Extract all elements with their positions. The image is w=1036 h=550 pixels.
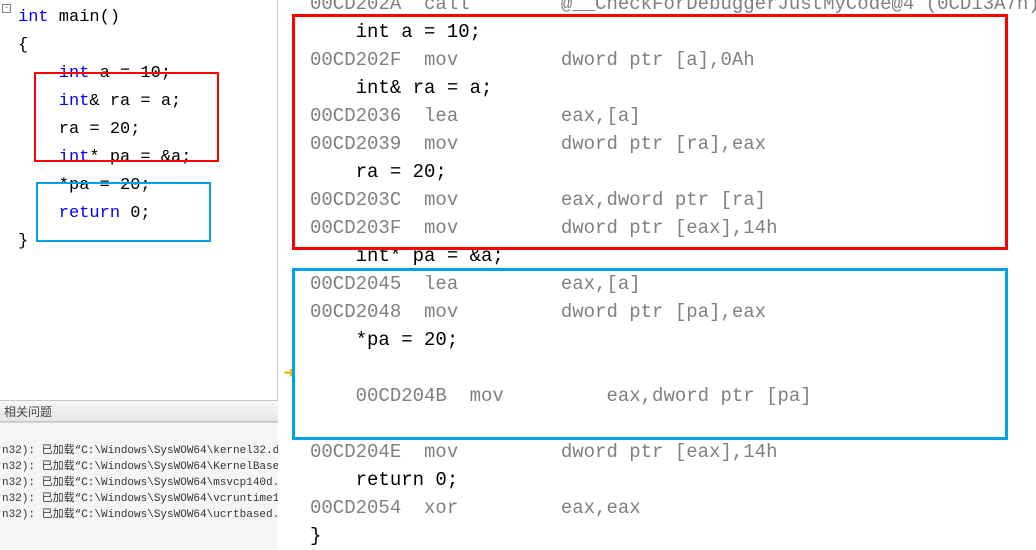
disassembly-pane[interactable]: 00CD202A call @__CheckForDebuggerJustMyC… [278, 0, 1036, 549]
code-text: & ra = a; [89, 92, 181, 111]
output-log-panel[interactable]: n32): 已加载“C:\Windows\SysWOW64\kernel32.d… [0, 422, 278, 549]
code-line: int a = 10; [0, 60, 277, 88]
code-line: return 0; [0, 200, 277, 228]
source-code-pane[interactable]: - int main() { int a = 10; int& ra = a; … [0, 0, 278, 549]
code-line: int* pa = &a; [0, 144, 277, 172]
code-text: 0; [120, 204, 151, 223]
related-issues-panel-header[interactable]: 相关问题 [0, 400, 278, 422]
asm-line: 00CD2054 xor eax,eax [278, 494, 1036, 522]
keyword: int [18, 148, 89, 167]
asm-line: 00CD204E mov dword ptr [eax],14h [278, 438, 1036, 466]
keyword: int [18, 64, 89, 83]
log-line: n32): 已加载“C:\Windows\SysWOW64\ucrtbased.… [0, 507, 278, 523]
fold-minus-icon[interactable]: - [2, 4, 11, 13]
code-line: } [0, 228, 277, 256]
log-line: n32): 已加载“C:\Windows\SysWOW64\kernel32.d… [0, 443, 278, 459]
log-line: n32): 已加载“C:\Windows\SysWOW64\KernelBase… [0, 459, 278, 475]
log-line: n32): 已加载“C:\Windows\SysWOW64\vcruntime1… [0, 491, 278, 507]
annotation-red-box [292, 14, 1008, 250]
code-line: *pa = 20; [0, 172, 277, 200]
keyword: int [18, 92, 89, 111]
keyword: int [18, 8, 49, 27]
code-line: { [0, 32, 277, 60]
log-line: n32): 已加载“C:\Windows\SysWOW64\msvcp140d.… [0, 475, 278, 491]
asm-src-line: } [278, 522, 1036, 550]
annotation-blue-box [292, 268, 1008, 440]
code-line: ra = 20; [0, 116, 277, 144]
keyword: return [18, 204, 120, 223]
code-line: int& ra = a; [0, 88, 277, 116]
code-text: main() [49, 8, 120, 27]
code-text: a = 10; [89, 64, 171, 83]
code-text: * pa = &a; [89, 148, 191, 167]
code-line: int main() [0, 4, 277, 32]
asm-src-line: return 0; [278, 466, 1036, 494]
source-code-area[interactable]: int main() { int a = 10; int& ra = a; ra… [0, 0, 277, 256]
